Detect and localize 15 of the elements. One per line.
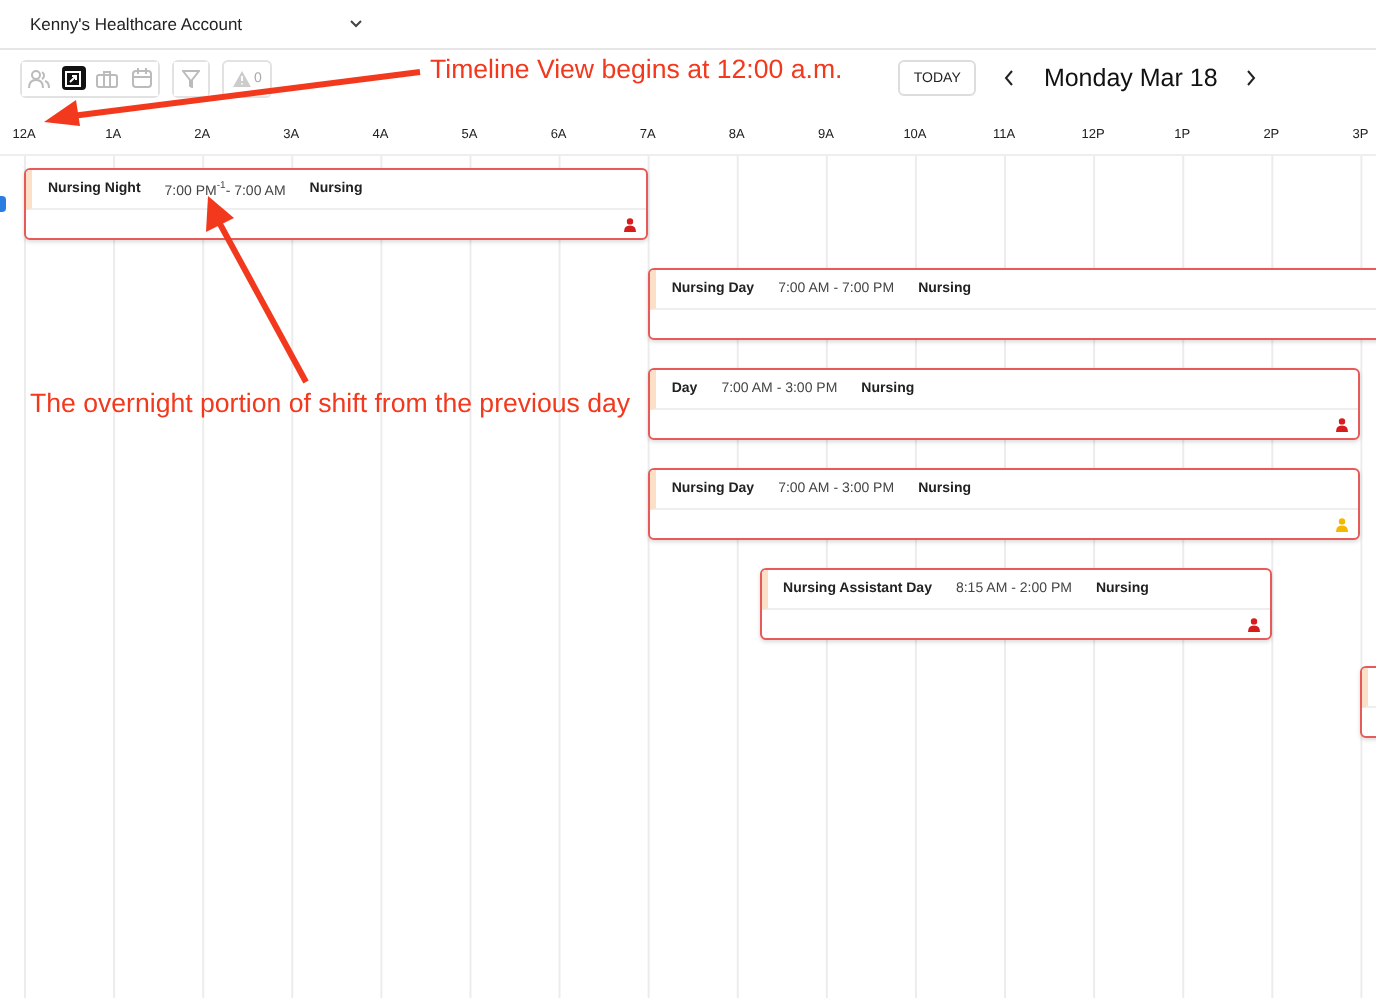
chevron-down-icon <box>350 20 363 28</box>
previous-day-button[interactable] <box>1004 70 1015 86</box>
person-icon <box>623 218 636 232</box>
annotation-text: The overnight portion of shift from the previous day <box>30 388 631 418</box>
annotation-text: Timeline View begins at 12:00 a.m. <box>430 54 843 84</box>
warning-icon <box>232 69 252 87</box>
account-dropdown[interactable]: Kenny's Healthcare Account <box>30 8 363 40</box>
person-icon <box>1336 518 1349 532</box>
current-time-marker <box>0 196 6 212</box>
filter-button[interactable] <box>174 61 208 95</box>
person-icon <box>1336 418 1349 432</box>
next-day-button[interactable] <box>1246 70 1257 86</box>
filter-icon <box>182 69 200 87</box>
date-title: Monday Mar 18 <box>1042 64 1219 92</box>
person-icon <box>1247 618 1260 632</box>
